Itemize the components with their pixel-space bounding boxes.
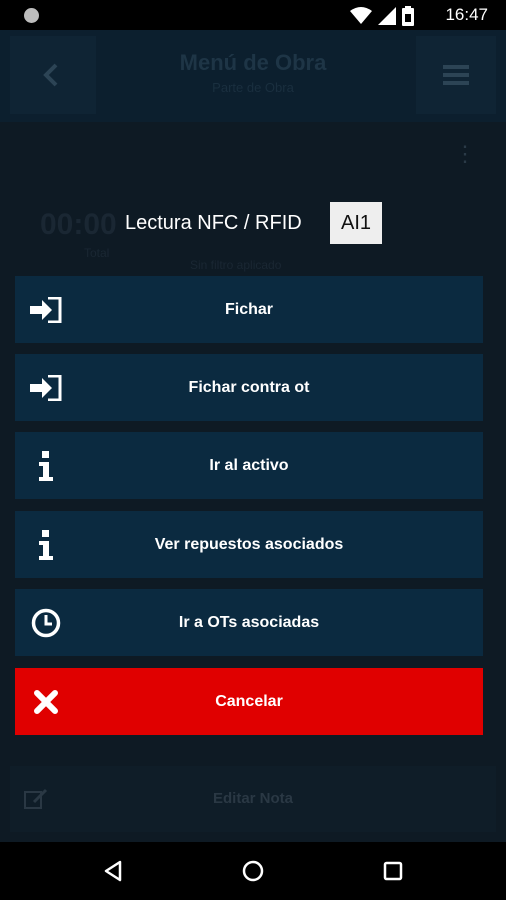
fichar-contra-ot-button[interactable]: Fichar contra ot (15, 354, 483, 421)
ir-a-ots-label: Ir a OTs asociadas (178, 613, 320, 631)
ir-a-ots-button[interactable]: Ir a OTs asociadas (15, 589, 483, 656)
dialog-title: Lectura NFC / RFID (125, 212, 302, 234)
filter-label: Sin filtro aplicado (190, 258, 282, 272)
cancel-button[interactable]: Cancelar (15, 668, 483, 735)
page-title: Menú de Obra (179, 50, 327, 75)
back-icon (104, 860, 122, 882)
time-counter: 00:00 (40, 208, 117, 241)
nfc-tag-badge: AI1 (330, 202, 382, 244)
sign-in-icon (29, 371, 63, 405)
overflow-menu-icon[interactable]: ⋮ (454, 143, 476, 165)
ver-repuestos-label: Ver repuestos asociados (154, 535, 344, 553)
cancel-label: Cancelar (215, 692, 283, 710)
close-icon (29, 685, 63, 719)
arrow-left-icon (43, 63, 58, 87)
fichar-button[interactable]: Fichar (15, 276, 483, 343)
nav-home-button[interactable] (238, 856, 268, 886)
fichar-contra-ot-label: Fichar contra ot (188, 378, 310, 396)
menu-button[interactable] (416, 36, 496, 114)
info-icon (29, 528, 63, 562)
navigation-bar (0, 842, 506, 900)
clock-time: 16:47 (445, 5, 488, 24)
fichar-label: Fichar (224, 300, 273, 318)
page-subtitle: Parte de Obra (212, 80, 294, 95)
total-label: Total (84, 246, 110, 260)
edit-note-label: Editar Nota (212, 790, 293, 807)
info-icon (29, 449, 63, 483)
sign-in-icon (29, 293, 63, 327)
ver-repuestos-button[interactable]: Ver repuestos asociados (15, 511, 483, 578)
clock-icon (29, 606, 63, 640)
signal-icon (378, 7, 396, 25)
nav-recents-button[interactable] (378, 856, 408, 886)
recents-icon (383, 861, 403, 881)
ir-al-activo-button[interactable]: Ir al activo (15, 432, 483, 499)
status-icons (350, 6, 414, 26)
app-bar: Menú de Obra Parte de Obra (0, 30, 506, 122)
status-bar: 16:47 (0, 0, 506, 30)
notification-dot-icon (24, 8, 39, 23)
hamburger-icon (443, 65, 469, 85)
battery-icon (402, 6, 414, 26)
wifi-icon (350, 7, 372, 24)
nav-back-button[interactable] (98, 856, 128, 886)
home-icon (242, 860, 264, 882)
edit-note-button[interactable]: Editar Nota (10, 766, 496, 832)
ir-al-activo-label: Ir al activo (209, 456, 289, 474)
back-button[interactable] (10, 36, 96, 114)
